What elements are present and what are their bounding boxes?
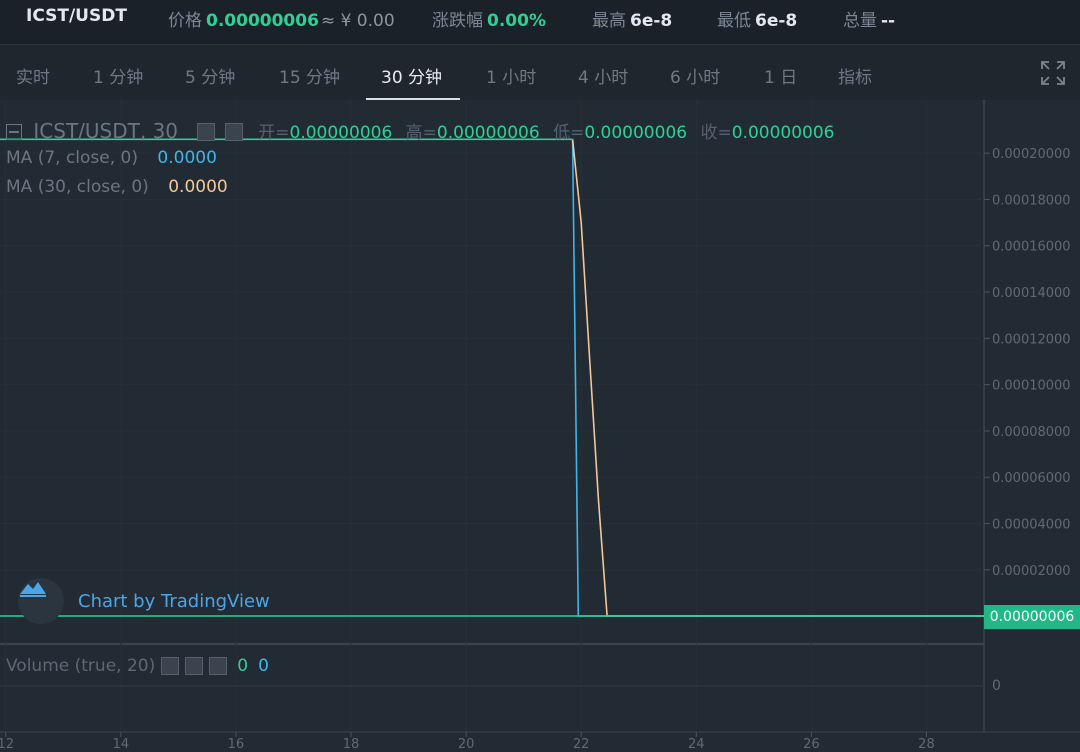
gear-icon[interactable] — [224, 123, 243, 141]
collapse-square-icon[interactable] — [6, 124, 22, 140]
close-value-legend: 0.00000006 — [731, 123, 835, 143]
y-tick-label: 0.00006000 — [992, 471, 1071, 486]
tab-1day[interactable]: 1 日 — [764, 63, 797, 88]
x-tick-label: 24 — [688, 737, 705, 752]
tab-15min[interactable]: 15 分钟 — [279, 63, 340, 88]
volume-stat: 总量 -- — [843, 6, 895, 31]
tab-1hour[interactable]: 1 小时 — [486, 63, 536, 88]
low-stat: 最低 6e-8 — [717, 6, 797, 31]
price-stat: 价格 0.00000006 ≈ ¥ 0.00 — [168, 6, 395, 31]
change-value: 0.00% — [487, 11, 546, 31]
gear-icon[interactable] — [185, 657, 204, 675]
open-label: 开= — [258, 123, 290, 143]
high-label: 最高 — [592, 11, 626, 31]
close-icon[interactable] — [209, 657, 228, 675]
tab-30min[interactable]: 30 分钟 — [381, 63, 442, 88]
volume-value-b: 0 — [258, 656, 269, 676]
tab-6hour[interactable]: 6 小时 — [670, 63, 720, 88]
chart-area[interactable]: 12 14 16 18 20 22 24 26 28 0.00002000 0.00004000 0.… — [0, 100, 1080, 752]
high-stat: 最高 6e-8 — [592, 6, 672, 31]
legend-title: ICST/USDT, 30 — [33, 119, 179, 143]
high-value-legend: 0.00000006 — [436, 123, 540, 143]
ma7-legend: MA (7, close, 0) 0.0000 — [6, 148, 217, 168]
tradingview-watermark[interactable]: Chart by TradingView — [18, 578, 270, 624]
price-cny: ≈ ¥ 0.00 — [320, 11, 395, 31]
ma30-label: MA (30, close, 0) — [6, 177, 149, 197]
x-tick-label: 26 — [803, 737, 820, 752]
ticker-bar: ICST/USDT 价格 0.00000006 ≈ ¥ 0.00 涨跌幅 0.00% … — [0, 0, 1080, 44]
low-label-legend: 低= — [553, 123, 585, 143]
y-tick-label: 0.00004000 — [992, 518, 1071, 533]
tab-4hour[interactable]: 4 小时 — [578, 63, 628, 88]
watermark-text: Chart by TradingView — [78, 590, 270, 612]
tab-5min[interactable]: 5 分钟 — [185, 63, 235, 88]
volume-legend: Volume (true, 20) 0 0 — [6, 656, 269, 676]
eye-icon[interactable] — [161, 657, 180, 675]
change-label: 涨跌幅 — [432, 11, 483, 31]
tradingview-logo-icon — [18, 578, 64, 624]
y-tick-label: 0.00018000 — [992, 193, 1071, 208]
x-tick-label: 22 — [573, 737, 590, 752]
price-label: 价格 — [168, 11, 202, 31]
high-value: 6e-8 — [630, 11, 673, 31]
ma7-label: MA (7, close, 0) — [6, 148, 138, 168]
chart-background — [0, 100, 1080, 752]
tab-1min[interactable]: 1 分钟 — [93, 63, 143, 88]
pair-symbol: ICST/USDT — [26, 6, 127, 26]
eye-icon[interactable] — [197, 123, 216, 141]
y-tick-label: 0.00002000 — [992, 564, 1071, 579]
low-value-legend: 0.00000006 — [584, 123, 688, 143]
x-tick-label: 20 — [458, 737, 475, 752]
volume-study-label: Volume (true, 20) — [6, 656, 156, 676]
interval-tabs: 实时 1 分钟 5 分钟 15 分钟 30 分钟 1 小时 4 小时 6 小时 … — [0, 44, 1080, 100]
volume-value-a: 0 — [237, 656, 249, 676]
volume-axis-zero: 0 — [992, 678, 1001, 694]
expand-icon[interactable] — [1040, 60, 1066, 86]
open-value: 0.00000006 — [289, 123, 393, 143]
x-tick-label: 14 — [113, 737, 130, 752]
x-tick-label: 12 — [0, 737, 14, 752]
current-price-badge: 0.00000006 — [984, 605, 1080, 629]
ohlc-legend: ICST/USDT, 30 开=0.00000006 高=0.00000006 … — [6, 118, 834, 143]
ma30-legend: MA (30, close, 0) 0.0000 — [6, 177, 228, 197]
y-tick-label: 0.00020000 — [992, 147, 1071, 162]
price-chart[interactable]: 12 14 16 18 20 22 24 26 28 0.00002000 0.00004000 0.… — [0, 100, 1080, 752]
close-label-legend: 收= — [700, 123, 732, 143]
volume-label: 总量 — [843, 11, 877, 31]
y-tick-label: 0.00010000 — [992, 379, 1071, 394]
x-tick-label: 18 — [343, 737, 360, 752]
y-tick-label: 0.00016000 — [992, 240, 1071, 255]
low-value: 6e-8 — [755, 11, 798, 31]
high-label-legend: 高= — [405, 123, 437, 143]
y-tick-label: 0.00014000 — [992, 286, 1071, 301]
y-tick-label: 0.00008000 — [992, 425, 1071, 440]
volume-value: -- — [881, 11, 896, 31]
y-tick-label: 0.00012000 — [992, 332, 1071, 347]
x-tick-label: 16 — [228, 737, 245, 752]
low-label: 最低 — [717, 11, 751, 31]
x-tick-label: 28 — [918, 737, 935, 752]
price-value: 0.00000006 — [206, 11, 319, 31]
change-stat: 涨跌幅 0.00% — [432, 6, 546, 31]
ma30-value: 0.0000 — [168, 177, 228, 197]
tab-indicators[interactable]: 指标 — [838, 63, 872, 88]
tab-realtime[interactable]: 实时 — [16, 63, 50, 88]
ma7-value: 0.0000 — [157, 148, 217, 168]
